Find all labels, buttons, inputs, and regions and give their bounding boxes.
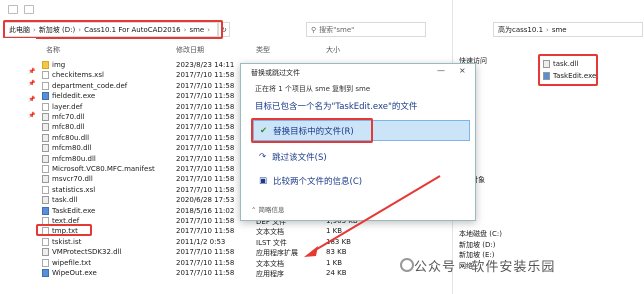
annotation-arrow	[304, 175, 441, 257]
watermark: 公众号 · 软件安装乐园	[414, 260, 556, 275]
wechat-icon	[400, 258, 414, 272]
